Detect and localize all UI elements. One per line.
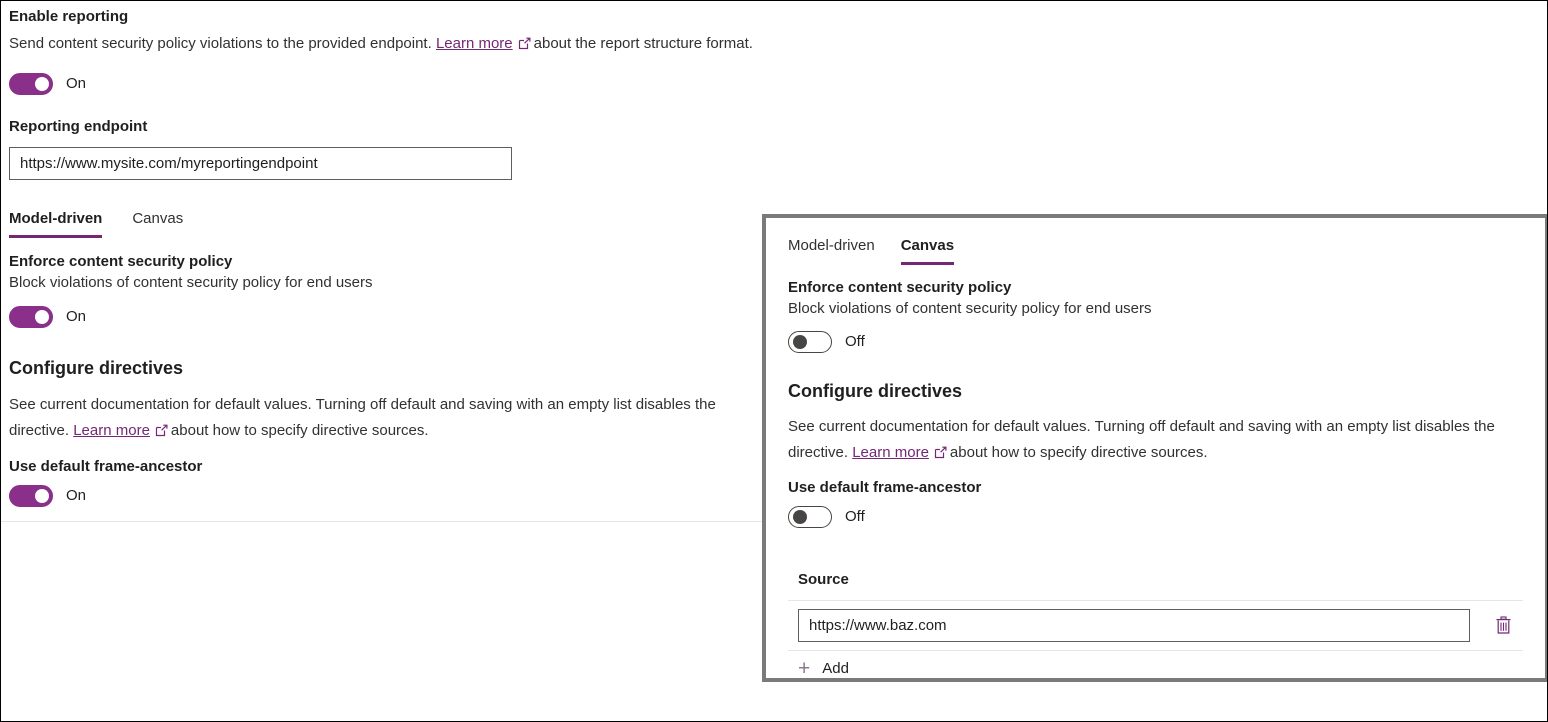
left-frame-ancestor-toggle-row: On bbox=[9, 485, 758, 507]
left-frame-ancestor-toggle[interactable] bbox=[9, 485, 53, 507]
left-enforce-title: Enforce content security policy bbox=[9, 252, 758, 272]
enable-reporting-desc-after: about the report structure format. bbox=[534, 35, 753, 52]
right-enforce-toggle-state: Off bbox=[845, 332, 865, 352]
external-link-icon bbox=[934, 442, 947, 468]
canvas-tab-callout-panel: Model-driven Canvas Enforce content secu… bbox=[762, 214, 1548, 682]
right-configure-directives-section: Configure directives See current documen… bbox=[788, 379, 1523, 528]
right-enforce-title: Enforce content security policy bbox=[788, 278, 1523, 298]
enable-reporting-section: Enable reporting Send content security p… bbox=[9, 7, 758, 95]
right-cd-learn-more-link[interactable]: Learn more bbox=[852, 444, 929, 461]
left-enforce-section: Enforce content security policy Block vi… bbox=[9, 252, 758, 328]
reporting-endpoint-input[interactable] bbox=[9, 147, 512, 180]
enable-reporting-description: Send content security policy violations … bbox=[9, 31, 754, 59]
left-frame-ancestor-label: Use default frame-ancestor bbox=[9, 457, 758, 477]
source-list: Source bbox=[788, 571, 1523, 682]
right-tab-canvas[interactable]: Canvas bbox=[901, 236, 954, 265]
right-configure-directives-heading: Configure directives bbox=[788, 379, 1523, 403]
right-enforce-section: Enforce content security policy Block vi… bbox=[788, 278, 1523, 353]
right-app-type-tabs: Model-driven Canvas bbox=[788, 236, 1523, 265]
left-frame-ancestor-toggle-state: On bbox=[66, 486, 86, 506]
add-source-label: Add bbox=[822, 660, 849, 677]
right-frame-ancestor-toggle-row: Off bbox=[788, 506, 1523, 528]
right-enforce-toggle[interactable] bbox=[788, 331, 832, 353]
left-enforce-toggle-state: On bbox=[66, 307, 86, 327]
external-link-icon bbox=[518, 33, 531, 59]
toggle-knob bbox=[793, 335, 807, 349]
enable-reporting-toggle-state: On bbox=[66, 74, 86, 94]
add-source-button[interactable]: + Add bbox=[788, 651, 1523, 682]
left-configure-directives-description: See current documentation for default va… bbox=[9, 392, 757, 446]
right-frame-ancestor-toggle-state: Off bbox=[845, 507, 865, 527]
left-section-divider bbox=[1, 521, 766, 522]
source-column-header: Source bbox=[788, 571, 1523, 600]
reporting-endpoint-label: Reporting endpoint bbox=[9, 117, 758, 137]
left-settings-panel: Enable reporting Send content security p… bbox=[1, 1, 766, 522]
right-cd-desc-after: about how to specify directive sources. bbox=[950, 444, 1208, 461]
left-configure-directives-section: Configure directives See current documen… bbox=[9, 356, 758, 507]
screenshot-root: Enable reporting Send content security p… bbox=[0, 0, 1548, 722]
toggle-knob bbox=[35, 310, 49, 324]
right-configure-directives-description: See current documentation for default va… bbox=[788, 414, 1523, 468]
right-frame-ancestor-toggle[interactable] bbox=[788, 506, 832, 528]
reporting-endpoint-section: Reporting endpoint bbox=[9, 117, 758, 180]
right-frame-ancestor-label: Use default frame-ancestor bbox=[788, 478, 1523, 498]
right-tab-model-driven[interactable]: Model-driven bbox=[788, 236, 875, 265]
source-row bbox=[788, 601, 1523, 650]
toggle-knob bbox=[35, 77, 49, 91]
left-enforce-description: Block violations of content security pol… bbox=[9, 272, 758, 294]
toggle-knob bbox=[35, 489, 49, 503]
left-app-type-tabs: Model-driven Canvas bbox=[9, 209, 758, 238]
left-cd-learn-more-link[interactable]: Learn more bbox=[73, 422, 150, 439]
left-enforce-toggle-row: On bbox=[9, 306, 758, 328]
enable-reporting-desc-before: Send content security policy violations … bbox=[9, 35, 432, 52]
trash-icon[interactable] bbox=[1490, 613, 1516, 639]
right-enforce-toggle-row: Off bbox=[788, 331, 1523, 353]
left-configure-directives-heading: Configure directives bbox=[9, 356, 758, 380]
toggle-knob bbox=[793, 510, 807, 524]
source-url-input[interactable] bbox=[798, 609, 1470, 642]
enable-reporting-learn-more-link[interactable]: Learn more bbox=[436, 35, 513, 52]
enable-reporting-title: Enable reporting bbox=[9, 7, 758, 27]
enable-reporting-toggle-row: On bbox=[9, 73, 758, 95]
left-cd-desc-after: about how to specify directive sources. bbox=[171, 422, 429, 439]
left-enforce-toggle[interactable] bbox=[9, 306, 53, 328]
external-link-icon bbox=[155, 420, 168, 446]
tab-model-driven[interactable]: Model-driven bbox=[9, 209, 102, 238]
plus-icon: + bbox=[798, 658, 810, 679]
enable-reporting-toggle[interactable] bbox=[9, 73, 53, 95]
right-enforce-description: Block violations of content security pol… bbox=[788, 298, 1523, 320]
tab-canvas[interactable]: Canvas bbox=[132, 209, 183, 238]
